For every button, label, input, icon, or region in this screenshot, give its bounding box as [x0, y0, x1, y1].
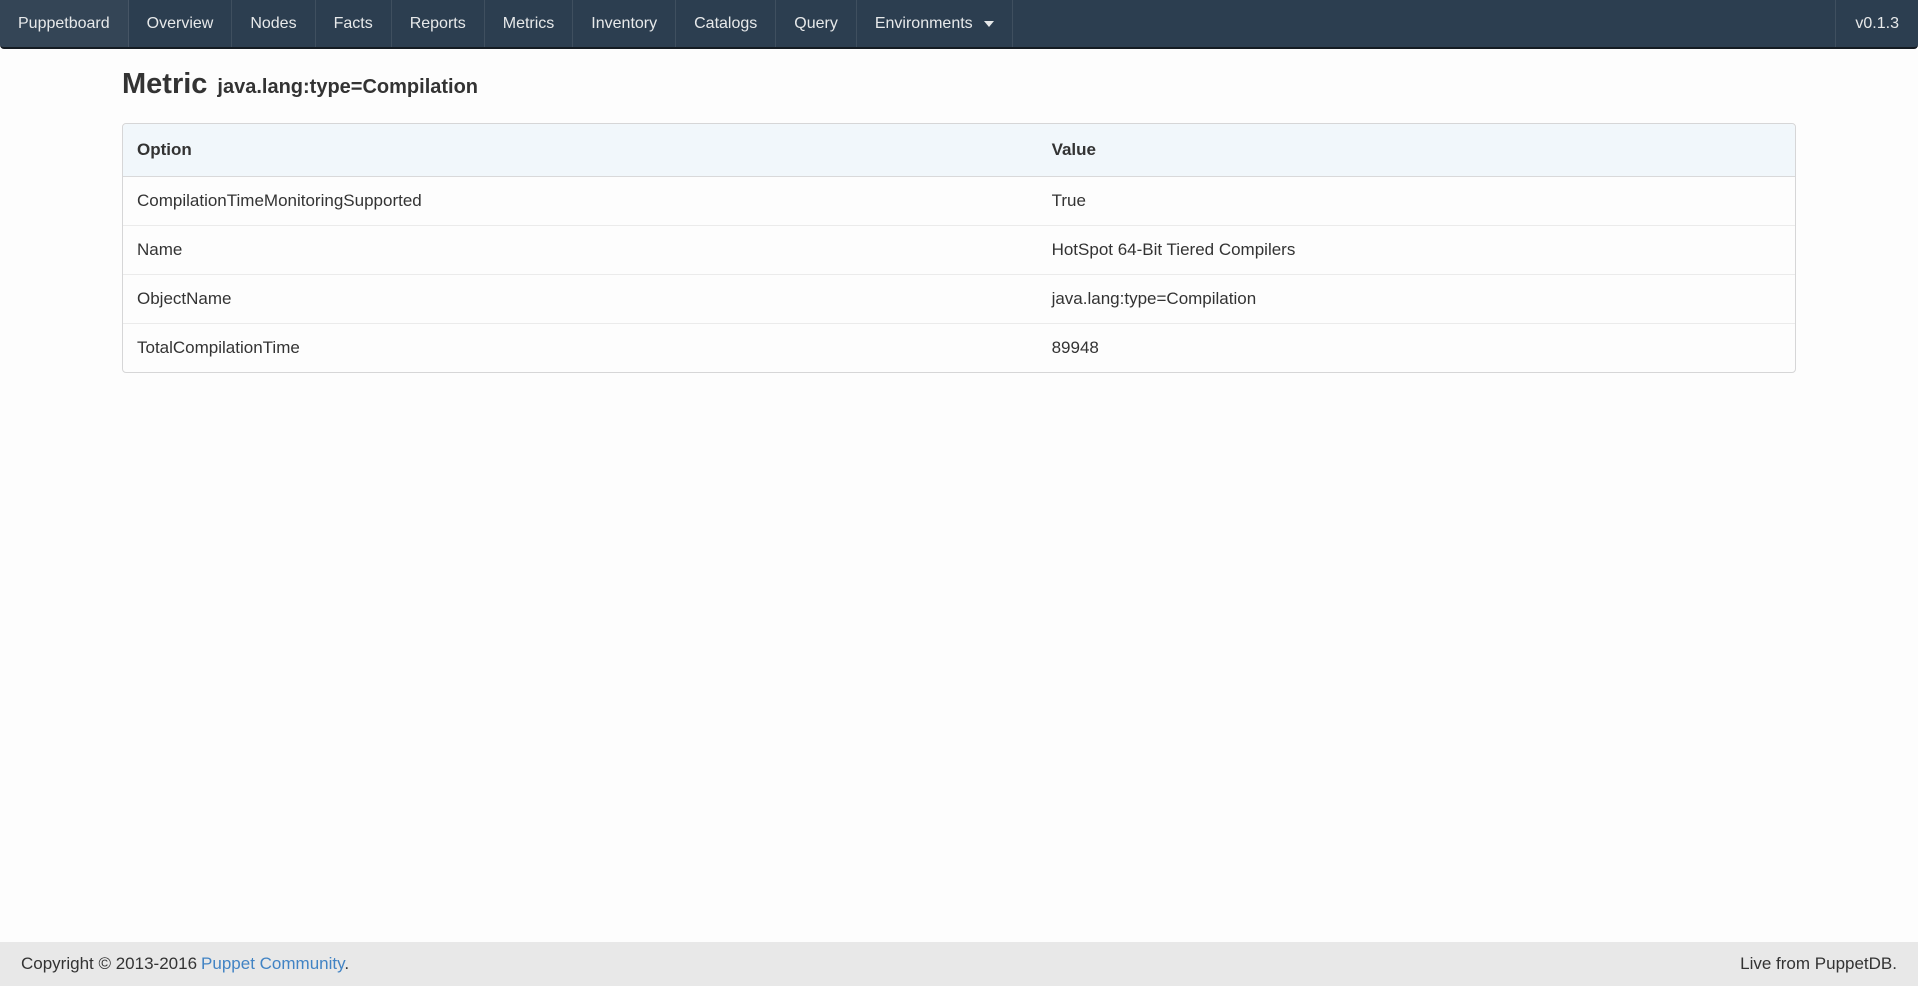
nav-item-catalogs[interactable]: Catalogs	[676, 0, 776, 47]
option-cell: CompilationTimeMonitoringSupported	[123, 177, 1038, 225]
column-header-value: Value	[1038, 124, 1795, 177]
table-row: CompilationTimeMonitoringSupported True	[123, 177, 1795, 225]
table-row: Name HotSpot 64-Bit Tiered Compilers	[123, 225, 1795, 274]
nav-item-reports[interactable]: Reports	[392, 0, 485, 47]
value-cell: 89948	[1038, 323, 1795, 372]
metric-table: Option Value CompilationTimeMonitoringSu…	[122, 123, 1796, 373]
nav-item-metrics[interactable]: Metrics	[485, 0, 574, 47]
footer-status: Live from PuppetDB.	[1740, 954, 1897, 974]
option-cell: Name	[123, 225, 1038, 274]
puppet-community-link[interactable]: Puppet Community	[201, 954, 344, 973]
nav-item-nodes[interactable]: Nodes	[232, 0, 315, 47]
value-cell: java.lang:type=Compilation	[1038, 274, 1795, 323]
nav-brand-puppetboard[interactable]: Puppetboard	[0, 0, 129, 47]
table-row: TotalCompilationTime 89948	[123, 323, 1795, 372]
nav-item-facts[interactable]: Facts	[316, 0, 392, 47]
nav-item-overview[interactable]: Overview	[129, 0, 233, 47]
nav-item-inventory[interactable]: Inventory	[573, 0, 676, 47]
navbar: Puppetboard Overview Nodes Facts Reports…	[0, 0, 1918, 49]
page-title-text: Metric	[122, 68, 207, 100]
page-subtitle: java.lang:type=Compilation	[217, 76, 478, 98]
version-label: v0.1.3	[1835, 0, 1918, 47]
option-cell: ObjectName	[123, 274, 1038, 323]
footer: Copyright © 2013-2016Puppet Community. L…	[0, 942, 1918, 986]
option-cell: TotalCompilationTime	[123, 323, 1038, 372]
page-title: Metric java.lang:type=Compilation	[122, 67, 1796, 102]
environments-label: Environments	[875, 15, 973, 33]
value-cell: True	[1038, 177, 1795, 225]
table-header-row: Option Value	[123, 124, 1795, 177]
column-header-option: Option	[123, 124, 1038, 177]
nav-item-environments-dropdown[interactable]: Environments	[857, 0, 1013, 47]
footer-copyright: Copyright © 2013-2016Puppet Community.	[21, 954, 349, 974]
copyright-period: .	[344, 954, 349, 973]
copyright-text: Copyright © 2013-2016	[21, 954, 197, 973]
main-content: Metric java.lang:type=Compilation Option …	[0, 49, 1918, 942]
table-row: ObjectName java.lang:type=Compilation	[123, 274, 1795, 323]
nav-item-query[interactable]: Query	[776, 0, 857, 47]
value-cell: HotSpot 64-Bit Tiered Compilers	[1038, 225, 1795, 274]
chevron-down-icon	[984, 21, 994, 27]
